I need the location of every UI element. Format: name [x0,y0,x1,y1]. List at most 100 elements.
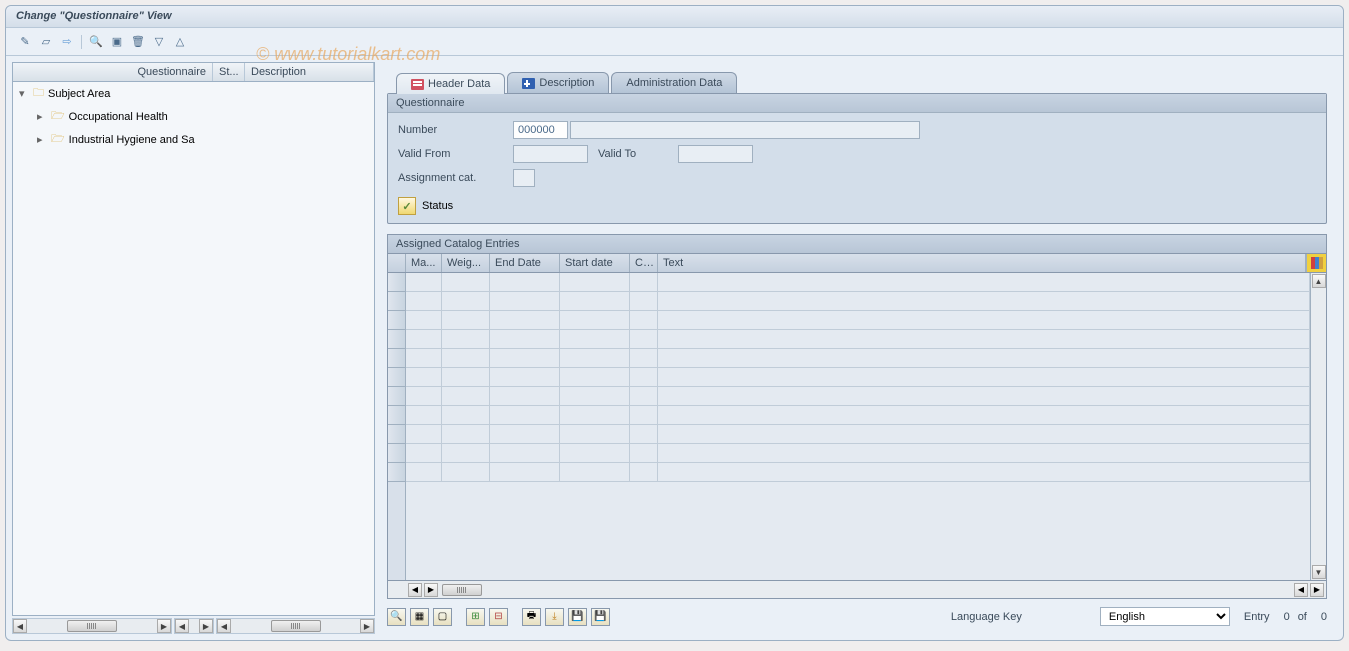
row-selector[interactable] [388,330,405,349]
tree-col-description[interactable]: Description [245,63,374,81]
groupbox-title: Questionnaire [388,94,1326,113]
table-hscroll[interactable]: ◀ ▶ ◀ ▶ [387,581,1327,599]
folder-open-icon: 🗁 [51,107,65,126]
scroll-left-icon[interactable]: ◀ [1294,583,1308,597]
row-selector[interactable] [388,311,405,330]
language-key-label: Language Key [951,611,1022,623]
status-label: Status [422,200,453,212]
language-key-select[interactable]: English [1100,607,1230,626]
load-layout-button[interactable]: 💾 [591,608,610,626]
delete-icon[interactable]: 🗑 [129,34,147,50]
scroll-right-icon[interactable]: ▶ [1310,583,1324,597]
toggle-display-change-icon[interactable]: ✎ [16,34,34,50]
entry-of-label: of [1298,611,1307,623]
col-end-date[interactable]: End Date [490,254,560,272]
separator [81,35,82,49]
col-c[interactable]: C... [630,254,658,272]
header-data-icon [411,79,424,90]
deselect-all-button[interactable]: ▢ [433,608,452,626]
insert-row-button[interactable]: ⊞ [466,608,485,626]
tab-administration-data[interactable]: Administration Data [611,72,737,93]
redo-icon[interactable]: △ [171,34,189,50]
scroll-right-icon[interactable]: ▶ [424,583,438,597]
tree-body: ▾ 🗀 Subject Area ▸ 🗁 Occupational Health… [12,82,375,616]
description-icon [522,78,535,89]
tree-col-questionnaire[interactable]: Questionnaire [13,63,213,81]
tree-col-status[interactable]: St... [213,63,245,81]
tab-description[interactable]: Description [507,72,609,93]
expand-icon[interactable]: ▸ [37,133,47,146]
row-selector[interactable] [388,463,405,482]
scroll-left-icon[interactable]: ◀ [13,619,27,633]
save-layout-button[interactable]: 💾 [568,608,587,626]
col-weighting[interactable]: Weig... [442,254,490,272]
tree-item-label: Occupational Health [69,111,168,123]
content-panel: Header Data Description Administration D… [381,56,1343,640]
expand-icon[interactable]: ▸ [37,110,47,123]
table-vscroll[interactable]: ▲ ▼ [1310,273,1326,580]
tree-header: Questionnaire St... Description [12,62,375,82]
expand-icon[interactable]: ▾ [19,87,29,100]
row-selector[interactable] [388,292,405,311]
scroll-right-icon[interactable]: ▶ [360,619,374,633]
tab-label: Header Data [428,78,490,90]
find-button[interactable]: 🔍 [387,608,406,626]
valid-to-field[interactable] [678,145,753,163]
row-selector[interactable] [388,425,405,444]
row-selector[interactable] [388,349,405,368]
row-selectors [388,273,406,580]
tree-root[interactable]: ▾ 🗀 Subject Area [13,82,374,105]
row-selector[interactable] [388,406,405,425]
scroll-down-icon[interactable]: ▼ [1312,565,1326,579]
bottom-toolbar: 🔍 ▦ ▢ ⊞ ⊟ 🖶 ⤓ 💾 💾 Language Key English E… [381,599,1333,634]
number-field[interactable] [513,121,568,139]
col-start-date[interactable]: Start date [560,254,630,272]
undo-icon[interactable]: ▽ [150,34,168,50]
tree-hscroll-2[interactable]: ◀ ▶ [174,618,214,634]
number-desc-field [570,121,920,139]
copy-icon[interactable]: ▣ [108,34,126,50]
configure-columns-icon[interactable] [1306,254,1326,272]
row-selector[interactable] [388,273,405,292]
grid-body[interactable] [406,273,1310,580]
tab-label: Description [539,77,594,89]
scroll-right-icon[interactable]: ▶ [157,619,171,633]
tree-item-occupational-health[interactable]: ▸ 🗁 Occupational Health [13,105,374,128]
tree-item-industrial-hygiene[interactable]: ▸ 🗁 Industrial Hygiene and Sa [13,128,374,151]
tab-header-data[interactable]: Header Data [396,73,505,94]
delete-row-button[interactable]: ⊟ [489,608,508,626]
scroll-left-icon[interactable]: ◀ [217,619,231,633]
print-button[interactable]: 🖶 [522,608,541,626]
tree-hscroll-1[interactable]: ◀ ▶ [12,618,172,634]
status-icon[interactable]: ✓ [398,197,416,215]
row-selector[interactable] [388,444,405,463]
assignment-cat-label: Assignment cat. [398,172,513,184]
folder-open-icon: 🗁 [51,130,65,149]
valid-from-field[interactable] [513,145,588,163]
valid-to-label: Valid To [598,148,678,160]
create-icon[interactable]: ▱ [37,34,55,50]
folder-icon: 🗀 [33,84,44,103]
row-selector[interactable] [388,368,405,387]
scroll-left-icon[interactable]: ◀ [408,583,422,597]
entry-current: 0 [1284,611,1290,623]
select-all-button[interactable]: ▦ [410,608,429,626]
title-bar: Change "Questionnaire" View [6,6,1343,28]
scroll-right-icon[interactable]: ▶ [199,619,213,633]
row-selector[interactable] [388,387,405,406]
other-object-icon[interactable]: ⇨ [58,34,76,50]
export-button[interactable]: ⤓ [545,608,564,626]
valid-from-label: Valid From [398,148,513,160]
table-header: Ma... Weig... End Date Start date C... T… [387,253,1327,273]
entry-label: Entry [1244,611,1270,623]
app-window: Change "Questionnaire" View ✎ ▱ ⇨ 🔍 ▣ 🗑 … [5,5,1344,641]
assignment-cat-field[interactable] [513,169,535,187]
tree-hscroll-3[interactable]: ◀ ▶ [216,618,375,634]
find-icon[interactable]: 🔍 [87,34,105,50]
col-text[interactable]: Text [658,254,1306,272]
col-ma[interactable]: Ma... [406,254,442,272]
row-selector-header [388,254,406,272]
tab-label: Administration Data [626,77,722,89]
scroll-left-icon[interactable]: ◀ [175,619,189,633]
scroll-up-icon[interactable]: ▲ [1312,274,1326,288]
